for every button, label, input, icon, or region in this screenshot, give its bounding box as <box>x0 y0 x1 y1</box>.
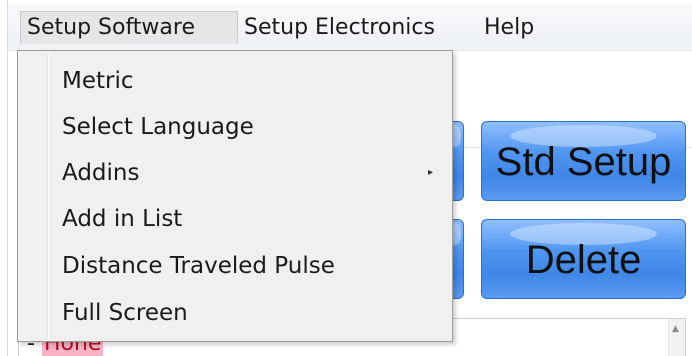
menu-setup-electronics[interactable]: Setup Electronics <box>238 11 441 44</box>
delete-label: Delete <box>525 238 642 282</box>
menu-item-add-in-list[interactable]: Add in List <box>62 199 182 239</box>
submenu-arrow-icon: ▸ <box>428 167 434 178</box>
menu-item-addins[interactable]: Addins <box>62 153 139 193</box>
delete-button[interactable]: Delete <box>481 219 686 299</box>
setup-software-dropdown: Metric Select Language Addins ▸ Add in L… <box>17 50 453 342</box>
menu-setup-software[interactable]: Setup Software <box>20 11 238 44</box>
list-scrollbar[interactable]: ▲ <box>668 319 685 356</box>
menu-item-distance-traveled-pulse[interactable]: Distance Traveled Pulse <box>62 246 335 286</box>
scroll-up-arrow-icon[interactable]: ▲ <box>672 324 679 334</box>
dropdown-gutter-highlight <box>48 53 49 339</box>
std-setup-label: Std Setup <box>495 140 672 184</box>
menu-bar: Setup Software Setup Electronics Help <box>8 4 692 51</box>
menu-item-full-screen[interactable]: Full Screen <box>62 293 188 333</box>
menu-item-select-language[interactable]: Select Language <box>62 107 254 147</box>
menu-item-metric[interactable]: Metric <box>62 61 134 101</box>
std-setup-button[interactable]: Std Setup <box>481 121 686 201</box>
menu-help[interactable]: Help <box>478 11 540 44</box>
